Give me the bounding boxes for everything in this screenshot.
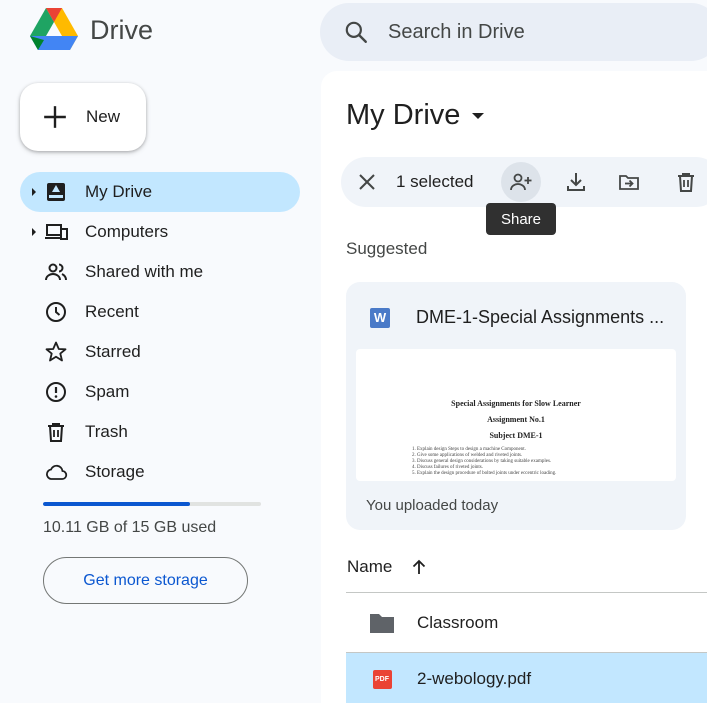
suggested-heading: Suggested [346,239,428,258]
preview-list: 1. Explain design Steps to design a mach… [412,447,556,477]
download-button[interactable] [556,162,596,202]
storage-progress-bar [43,502,261,506]
trash-icon [678,173,694,192]
get-more-storage-button[interactable]: Get more storage [43,557,248,604]
word-doc-icon: W [370,307,390,328]
drive-logo-icon [30,8,78,50]
selection-toolbar: 1 selected [341,157,707,207]
file-name: 2-webology.pdf [417,669,532,688]
storage-progress-fill [43,502,190,506]
divider [346,592,707,593]
sidebar-item-label: Computers [85,222,169,241]
expand-caret-icon[interactable] [32,188,36,196]
trash-icon [48,423,64,442]
suggested-file-card[interactable]: W DME-1-Special Assignments ... Special … [346,282,686,530]
download-icon [567,173,585,191]
dropdown-caret-icon [472,112,485,119]
preview-subject: Subject DME-1 [489,431,543,440]
search-input[interactable]: Search in Drive [388,21,525,44]
delete-button[interactable] [666,162,706,202]
preview-list-item: 5. Explain the design procedure of bolte… [412,471,557,476]
table-row[interactable]: Classroom [346,597,707,649]
shared-icon [45,263,67,281]
sidebar-item-trash[interactable]: Trash [20,412,300,452]
sidebar-item-storage[interactable]: Storage [20,452,300,492]
table-row[interactable]: PDF 2-webology.pdf [346,653,707,703]
sidebar-item-label: Spam [85,382,130,401]
cloud-icon [46,464,68,480]
pdf-file-icon: PDF [369,667,395,691]
new-button-label: New [86,107,121,126]
sidebar-item-my-drive[interactable]: My Drive [20,172,300,212]
sidebar-item-starred[interactable]: Starred [20,332,300,372]
search-bar[interactable]: Search in Drive [320,3,707,61]
close-icon[interactable] [357,172,377,192]
sidebar-item-label: Storage [85,462,145,481]
clock-icon [46,302,66,322]
preview-subheading: Assignment No.1 [487,415,545,424]
pdf-badge: PDF [372,669,392,689]
sort-arrow-up-icon[interactable] [410,558,428,576]
sidebar-item-label: Recent [85,302,139,321]
my-drive-icon [47,183,65,201]
list-header: Name [347,557,428,577]
sidebar-item-spam[interactable]: Spam [20,372,300,412]
sidebar-item-label: Trash [85,422,128,441]
storage-used-text: 10.11 GB of 15 GB used [43,519,217,536]
page-title[interactable]: My Drive [346,99,485,132]
file-name: Classroom [417,613,499,632]
document-preview: Special Assignments for Slow Learner Ass… [356,349,676,481]
sidebar-item-shared[interactable]: Shared with me [20,252,300,292]
computers-icon [45,224,68,240]
move-to-folder-icon [619,175,639,190]
folder-icon [370,614,394,633]
search-icon[interactable] [343,19,369,45]
add-person-icon [510,173,532,191]
selection-count: 1 selected [396,172,474,191]
star-icon [45,341,67,362]
card-footer: You uploaded today [366,497,499,514]
sidebar-nav: My Drive Computers Shared with me Recent… [20,172,300,492]
new-button[interactable]: New [20,83,146,151]
move-button[interactable] [609,162,649,202]
drive-logo[interactable]: Drive [30,8,153,52]
preview-heading: Special Assignments for Slow Learner [451,399,581,408]
page-title-text: My Drive [346,99,461,131]
sidebar-item-computers[interactable]: Computers [20,212,300,252]
sidebar-item-label: My Drive [85,182,153,201]
plus-icon [44,106,66,128]
expand-caret-icon[interactable] [32,228,36,236]
sidebar-item-label: Shared with me [85,262,204,281]
share-tooltip: Share [486,203,556,235]
share-button[interactable] [501,162,541,202]
name-column-header[interactable]: Name [347,557,392,577]
sidebar-item-recent[interactable]: Recent [20,292,300,332]
spam-icon [46,382,66,402]
sidebar-item-label: Starred [85,342,141,361]
card-header: W DME-1-Special Assignments ... [370,307,664,328]
card-file-name: DME-1-Special Assignments ... [416,307,665,327]
app-name: Drive [90,14,154,45]
